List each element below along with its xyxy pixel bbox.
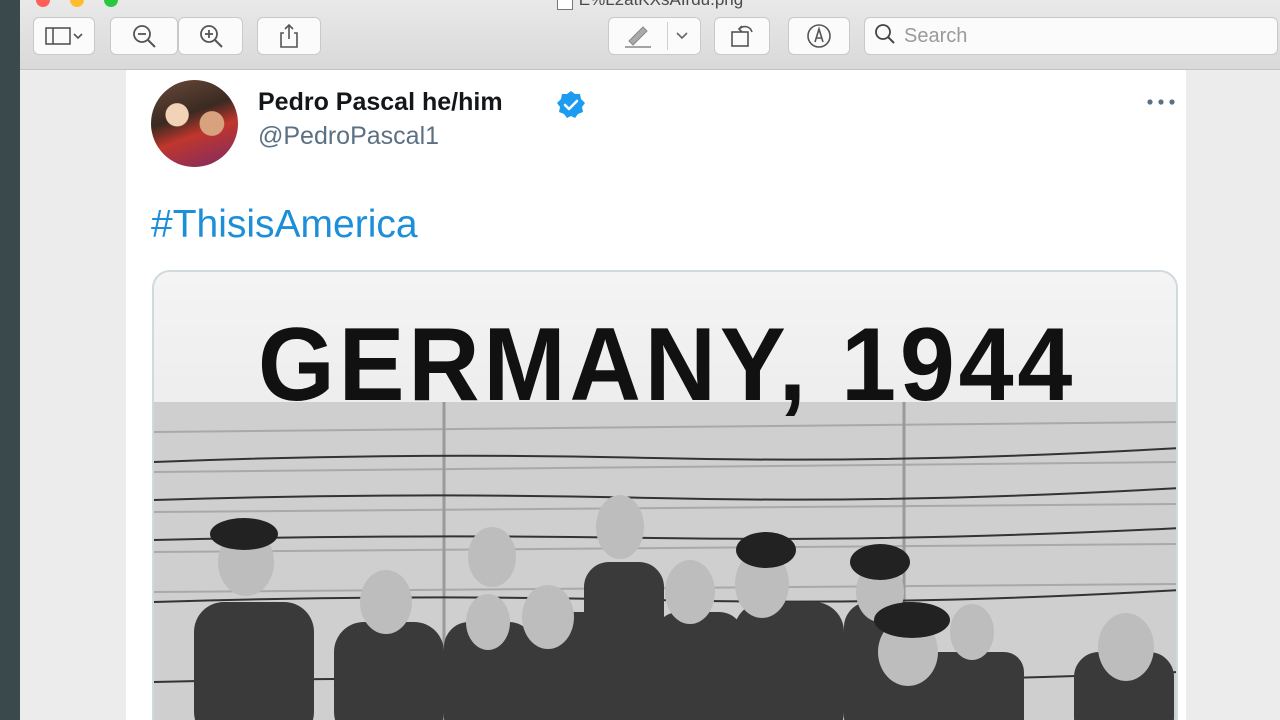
document-view: Pedro Pascal he/him @PedroPascal1 #Thisi… (20, 70, 1280, 720)
search-input[interactable] (902, 23, 1266, 49)
user-handle[interactable]: @PedroPascal1 (258, 122, 439, 151)
image-headline: GERMANY, 1944 (257, 307, 1077, 423)
button-divider (667, 22, 668, 50)
display-name[interactable]: Pedro Pascal he/him (258, 88, 503, 117)
zoom-in-button[interactable] (178, 17, 243, 55)
share-button[interactable] (257, 17, 321, 55)
pen-icon (623, 23, 653, 49)
sidebar-toggle-button[interactable] (33, 17, 95, 55)
markup-pen-button[interactable] (608, 17, 701, 55)
rotate-icon (728, 23, 756, 49)
avatar[interactable] (151, 80, 238, 167)
hashtag-link[interactable]: #ThisisAmerica (151, 203, 418, 247)
zoom-out-button[interactable] (110, 17, 178, 55)
markup-icon (805, 22, 833, 50)
tweet-image[interactable]: GERMANY, 1944 (152, 270, 1178, 720)
rotate-button[interactable] (714, 17, 770, 55)
window-title-text: E%L2atKXsAIrdu.png (579, 0, 743, 9)
zoom-out-icon (131, 23, 157, 49)
sidebar-icon (44, 25, 84, 47)
preview-window: E%L2atKXsAIrdu.png (20, 0, 1280, 720)
chevron-down-icon[interactable] (675, 30, 689, 42)
markup-toolbar-button[interactable] (788, 17, 850, 55)
tweet-card: Pedro Pascal he/him @PedroPascal1 #Thisi… (126, 70, 1186, 720)
more-options-icon[interactable] (1146, 94, 1176, 112)
window-title: E%L2atKXsAIrdu.png (20, 0, 1280, 10)
search-icon (874, 23, 896, 50)
share-icon (278, 23, 300, 49)
verified-badge-icon (556, 90, 586, 125)
toolbar: E%L2atKXsAIrdu.png (20, 0, 1280, 70)
search-field[interactable] (864, 17, 1278, 55)
document-icon (556, 0, 573, 10)
zoom-in-icon (198, 23, 224, 49)
